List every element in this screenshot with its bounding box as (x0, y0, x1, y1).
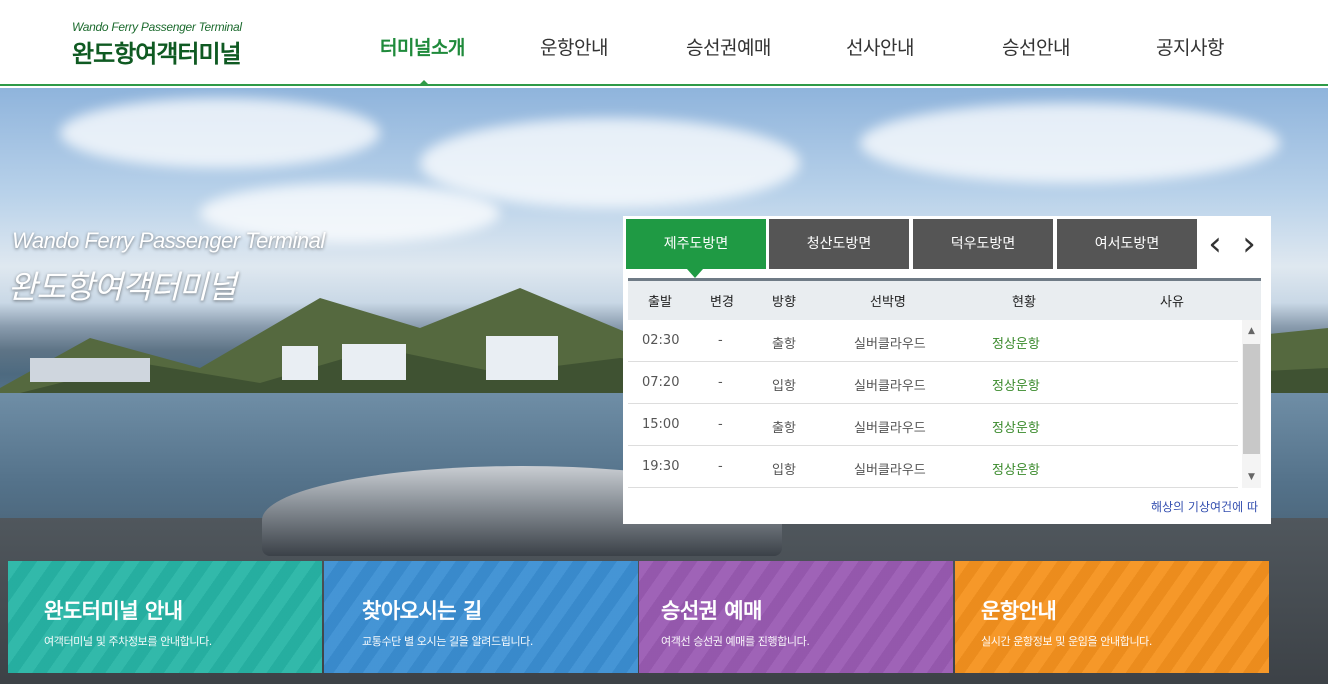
table-row: 19:30 - 입항 실버클라우드 정상운항 (628, 446, 1238, 488)
col-change: 변경 (710, 295, 734, 310)
cell-ship: 실버클라우드 (854, 379, 926, 394)
scroll-thumb[interactable] (1243, 344, 1260, 454)
table-row: 02:30 - 출항 실버클라우드 정상운항 (628, 320, 1238, 362)
schedule-widget: 제주도방면 청산도방면 덕우도방면 여서도방면 ‹ › 출발 변경 방향 선박명… (623, 216, 1271, 524)
tab-deogu[interactable]: 덕우도방면 (913, 219, 1053, 269)
table-row: 15:00 - 출항 실버클라우드 정상운항 (628, 404, 1238, 446)
cell-ship: 실버클라우드 (854, 337, 926, 352)
logo-english: Wando Ferry Passenger Terminal (72, 20, 242, 34)
nav-notice[interactable]: 공지사항 (1156, 33, 1224, 60)
nav-operation-info[interactable]: 운항안내 (540, 33, 608, 60)
cell-change: - (718, 417, 723, 432)
cloud-decoration (860, 103, 1280, 183)
card-title: 완도터미널 안내 (44, 599, 183, 623)
nav-active-indicator (418, 80, 430, 86)
card-terminal-info[interactable]: 완도터미널 안내 여객터미널 및 주차정보를 안내합니다. (8, 561, 322, 673)
col-depart: 출발 (648, 295, 672, 310)
hero-title-korean: 완도항여객터미널 (8, 268, 237, 306)
hero-title-english: Wando Ferry Passenger Terminal (12, 228, 325, 253)
main-nav: 터미널소개 운항안내 승선권예매 선사안내 승선안내 공지사항 (0, 33, 1328, 63)
card-description: 실시간 운항정보 및 운임을 안내합니다. (981, 635, 1153, 648)
cell-depart: 02:30 (642, 333, 680, 348)
building (486, 336, 558, 380)
building (282, 346, 318, 380)
weather-notice-text: 해상의 기상여건에 따 (1151, 500, 1258, 514)
nav-boarding-info[interactable]: 승선안내 (1002, 33, 1070, 60)
weather-notice: 해상의 기상여건에 따 (623, 498, 1263, 518)
building (30, 358, 150, 382)
cell-change: - (718, 375, 723, 390)
cell-change: - (718, 333, 723, 348)
cell-status: 정상운항 (992, 379, 1040, 394)
cell-depart: 19:30 (642, 459, 680, 474)
tab-cheongsan[interactable]: 청산도방면 (769, 219, 909, 269)
cloud-decoration (420, 118, 800, 208)
nav-ticket-booking[interactable]: 승선권예매 (686, 33, 771, 60)
col-direction: 방향 (772, 295, 796, 310)
nav-terminal-intro[interactable]: 터미널소개 (380, 33, 465, 60)
table-row: 07:20 - 입항 실버클라우드 정상운항 (628, 362, 1238, 404)
schedule-table-body[interactable]: 02:30 - 출항 실버클라우드 정상운항 07:20 - 입항 실버클라우드… (628, 320, 1261, 488)
cell-direction: 출항 (772, 337, 796, 352)
cell-depart: 15:00 (642, 417, 680, 432)
card-ticket-booking[interactable]: 승선권 예매 여객선 승선권 예매를 진행합니다. (639, 561, 953, 673)
col-status: 현황 (1012, 295, 1036, 310)
scroll-up-arrow-icon[interactable]: ▲ (1242, 322, 1261, 340)
cell-ship: 실버클라우드 (854, 421, 926, 436)
col-reason: 사유 (1160, 295, 1184, 310)
cell-direction: 입항 (772, 379, 796, 394)
card-operation-info[interactable]: 운항안내 실시간 운항정보 및 운임을 안내합니다. (955, 561, 1269, 673)
building (342, 344, 406, 380)
cell-change: - (718, 459, 723, 474)
card-description: 여객선 승선권 예매를 진행합니다. (661, 635, 810, 648)
cell-status: 정상운항 (992, 337, 1040, 352)
cloud-decoration (60, 98, 380, 168)
card-title: 찾아오시는 길 (362, 599, 482, 623)
site-header: Wando Ferry Passenger Terminal 완도항여객터미널 … (0, 0, 1328, 86)
cell-depart: 07:20 (642, 375, 680, 390)
active-tab-indicator (687, 269, 703, 278)
tab-jeju[interactable]: 제주도방면 (626, 219, 766, 269)
card-directions[interactable]: 찾아오시는 길 교통수단 별 오시는 길을 알려드립니다. (324, 561, 638, 673)
cell-status: 정상운항 (992, 463, 1040, 478)
scroll-down-arrow-icon[interactable]: ▼ (1242, 468, 1261, 486)
tab-yeoseo[interactable]: 여서도방면 (1057, 219, 1197, 269)
cell-direction: 입항 (772, 463, 796, 478)
chevron-right-icon[interactable]: › (1237, 222, 1261, 266)
chevron-left-icon[interactable]: ‹ (1203, 222, 1227, 266)
card-title: 운항안내 (981, 599, 1057, 623)
cell-ship: 실버클라우드 (854, 463, 926, 478)
schedule-table-header: 출발 변경 방향 선박명 현황 사유 (628, 278, 1261, 320)
cell-status: 정상운항 (992, 421, 1040, 436)
card-description: 교통수단 별 오시는 길을 알려드립니다. (362, 635, 534, 648)
card-title: 승선권 예매 (661, 599, 762, 623)
cell-direction: 출항 (772, 421, 796, 436)
col-ship: 선박명 (870, 295, 906, 310)
card-description: 여객터미널 및 주차정보를 안내합니다. (44, 635, 212, 648)
nav-shipping-company[interactable]: 선사안내 (846, 33, 914, 60)
schedule-scrollbar[interactable]: ▲ ▼ (1242, 320, 1261, 488)
